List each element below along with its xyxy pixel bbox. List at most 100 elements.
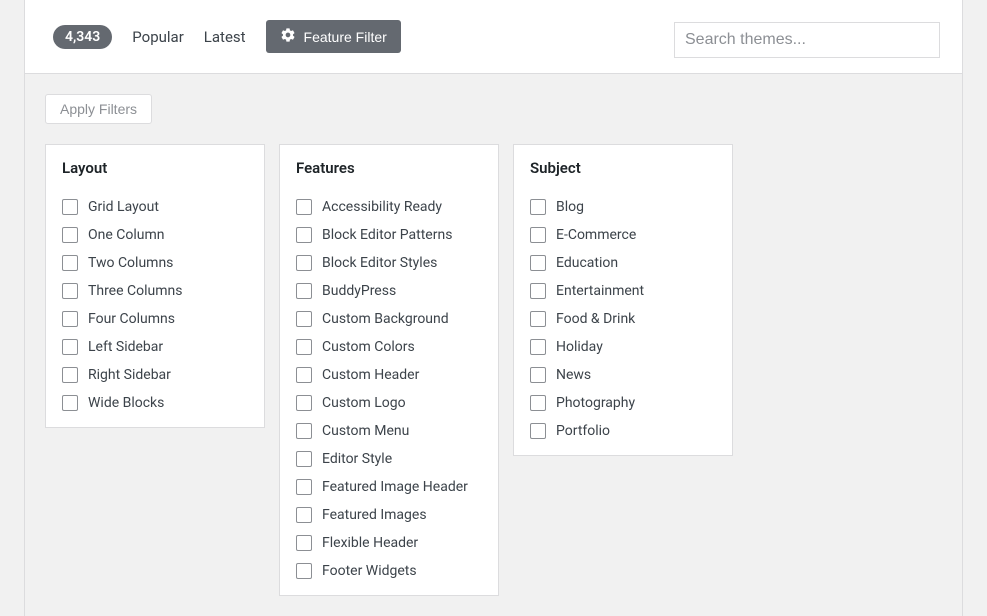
filter-group-features: Features Accessibility Ready Block Edito…	[279, 144, 499, 596]
checkbox-icon	[62, 367, 78, 383]
checkbox-icon	[296, 535, 312, 551]
group-title-subject: Subject	[530, 159, 716, 177]
checkbox-icon	[530, 339, 546, 355]
filter-label: Editor Style	[322, 451, 392, 467]
checkbox-icon	[296, 199, 312, 215]
filter-checkbox-item[interactable]: E-Commerce	[530, 227, 716, 243]
filter-checkbox-item[interactable]: Footer Widgets	[296, 563, 482, 579]
filter-group-layout: Layout Grid Layout One Column Two Column…	[45, 144, 265, 428]
gear-icon	[280, 27, 296, 46]
filter-checkbox-item[interactable]: Wide Blocks	[62, 395, 248, 411]
filter-label: Holiday	[556, 339, 603, 355]
checkbox-icon	[62, 283, 78, 299]
filter-label: Flexible Header	[322, 535, 418, 551]
checkbox-icon	[296, 311, 312, 327]
checkbox-icon	[296, 283, 312, 299]
checkbox-icon	[530, 199, 546, 215]
filter-checkbox-item[interactable]: Custom Background	[296, 311, 482, 327]
filter-checkbox-item[interactable]: Left Sidebar	[62, 339, 248, 355]
filter-label: E-Commerce	[556, 227, 636, 243]
checkbox-icon	[530, 367, 546, 383]
checkbox-icon	[296, 255, 312, 271]
filter-label: Accessibility Ready	[322, 199, 442, 215]
filter-group-subject: Subject Blog E-Commerce Education Entert…	[513, 144, 733, 456]
filter-label: Custom Header	[322, 367, 419, 383]
filter-checkbox-item[interactable]: Blog	[530, 199, 716, 215]
filter-checkbox-item[interactable]: BuddyPress	[296, 283, 482, 299]
filter-checkbox-item[interactable]: Three Columns	[62, 283, 248, 299]
filter-label: Block Editor Patterns	[322, 227, 452, 243]
checkbox-icon	[296, 451, 312, 467]
tab-popular[interactable]: Popular	[132, 28, 184, 46]
checkbox-icon	[296, 423, 312, 439]
group-title-features: Features	[296, 159, 482, 177]
filter-label: Right Sidebar	[88, 367, 171, 383]
filter-bar: 4,343 Popular Latest Feature Filter	[25, 0, 962, 73]
search-input[interactable]	[674, 22, 940, 58]
theme-count-badge: 4,343	[53, 25, 112, 49]
filter-label: BuddyPress	[322, 283, 396, 299]
filter-label: Wide Blocks	[88, 395, 164, 411]
filter-checkbox-item[interactable]: Custom Colors	[296, 339, 482, 355]
filter-label: Two Columns	[88, 255, 173, 271]
filter-checkbox-item[interactable]: Block Editor Patterns	[296, 227, 482, 243]
filter-label: Block Editor Styles	[322, 255, 437, 271]
filter-checkbox-item[interactable]: Entertainment	[530, 283, 716, 299]
apply-filters-button[interactable]: Apply Filters	[45, 94, 152, 124]
filter-label: Featured Image Header	[322, 479, 468, 495]
filter-checkbox-item[interactable]: Two Columns	[62, 255, 248, 271]
checkbox-icon	[296, 479, 312, 495]
filter-checkbox-item[interactable]: Accessibility Ready	[296, 199, 482, 215]
checkbox-icon	[62, 227, 78, 243]
filter-label: Custom Logo	[322, 395, 406, 411]
feature-filter-label: Feature Filter	[304, 29, 387, 45]
checkbox-icon	[530, 311, 546, 327]
filter-checkbox-item[interactable]: Four Columns	[62, 311, 248, 327]
checkbox-icon	[62, 395, 78, 411]
feature-filter-button[interactable]: Feature Filter	[266, 20, 401, 53]
tab-latest[interactable]: Latest	[204, 28, 246, 46]
filter-body: Apply Filters Layout Grid Layout One Col…	[24, 74, 963, 616]
filter-checkbox-item[interactable]: Custom Menu	[296, 423, 482, 439]
filter-checkbox-item[interactable]: Right Sidebar	[62, 367, 248, 383]
checkbox-icon	[296, 507, 312, 523]
filter-label: Food & Drink	[556, 311, 635, 327]
filter-label: Custom Colors	[322, 339, 415, 355]
filter-label: Left Sidebar	[88, 339, 163, 355]
filter-label: Blog	[556, 199, 584, 215]
filter-checkbox-item[interactable]: Editor Style	[296, 451, 482, 467]
filter-label: Education	[556, 255, 618, 271]
checkbox-icon	[296, 563, 312, 579]
filter-checkbox-item[interactable]: One Column	[62, 227, 248, 243]
checkbox-icon	[530, 423, 546, 439]
filter-checkbox-item[interactable]: Block Editor Styles	[296, 255, 482, 271]
search-container	[674, 22, 940, 58]
checkbox-icon	[62, 255, 78, 271]
checkbox-icon	[530, 255, 546, 271]
filter-checkbox-item[interactable]: Custom Header	[296, 367, 482, 383]
filter-label: One Column	[88, 227, 165, 243]
filter-checkbox-item[interactable]: News	[530, 367, 716, 383]
theme-browser-header: 4,343 Popular Latest Feature Filter	[24, 0, 963, 74]
filter-checkbox-item[interactable]: Portfolio	[530, 423, 716, 439]
filter-checkbox-item[interactable]: Holiday	[530, 339, 716, 355]
filter-checkbox-item[interactable]: Featured Images	[296, 507, 482, 523]
filter-label: Featured Images	[322, 507, 427, 523]
filter-label: News	[556, 367, 591, 383]
filter-checkbox-item[interactable]: Flexible Header	[296, 535, 482, 551]
filter-checkbox-item[interactable]: Custom Logo	[296, 395, 482, 411]
checkbox-icon	[62, 311, 78, 327]
checkbox-icon	[296, 339, 312, 355]
filter-checkbox-item[interactable]: Education	[530, 255, 716, 271]
checkbox-icon	[62, 199, 78, 215]
checkbox-icon	[296, 395, 312, 411]
checkbox-icon	[296, 367, 312, 383]
filter-label: Custom Background	[322, 311, 449, 327]
filter-label: Footer Widgets	[322, 563, 417, 579]
filter-checkbox-item[interactable]: Featured Image Header	[296, 479, 482, 495]
filter-checkbox-item[interactable]: Photography	[530, 395, 716, 411]
filter-checkbox-item[interactable]: Grid Layout	[62, 199, 248, 215]
filter-checkbox-item[interactable]: Food & Drink	[530, 311, 716, 327]
checkbox-icon	[296, 227, 312, 243]
checkbox-icon	[530, 227, 546, 243]
